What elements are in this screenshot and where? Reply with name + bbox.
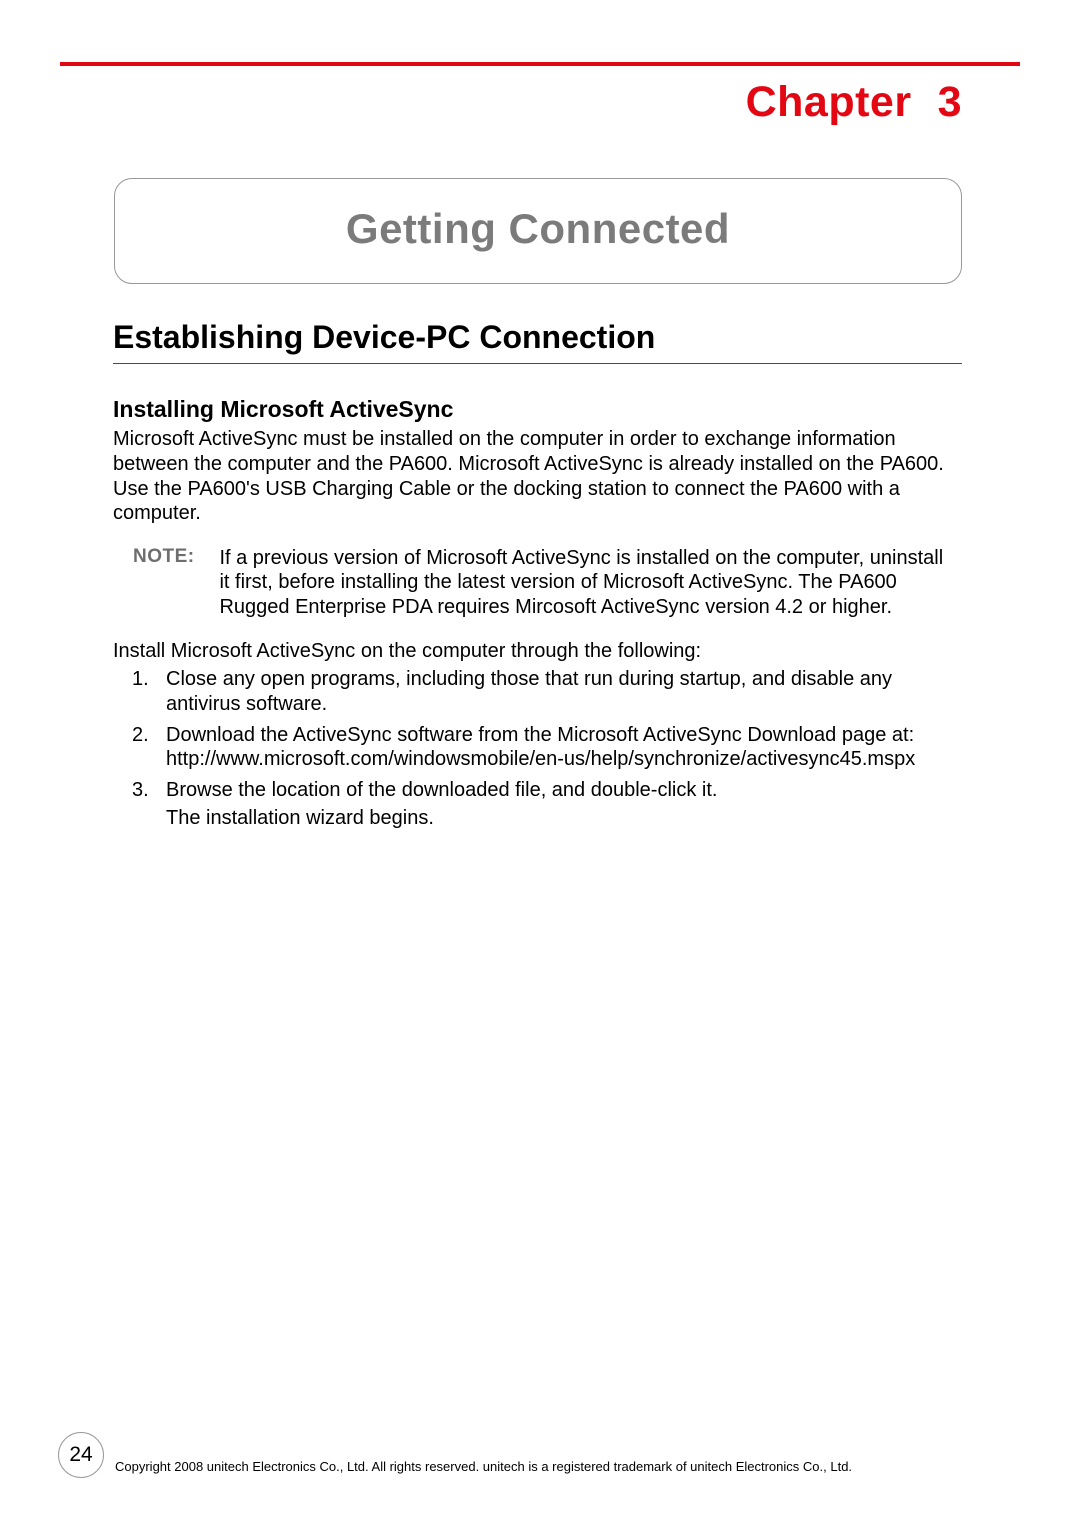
- install-intro: Install Microsoft ActiveSync on the comp…: [113, 640, 962, 663]
- chapter-title-box: Getting Connected: [114, 178, 962, 284]
- list-item: 2. Download the ActiveSync software from…: [132, 723, 962, 773]
- list-item: 3. Browse the location of the downloaded…: [132, 778, 962, 831]
- body-paragraph: Microsoft ActiveSync must be installed o…: [113, 427, 962, 526]
- list-number: 3.: [132, 778, 166, 831]
- page-number: 24: [69, 1443, 92, 1467]
- note-text: If a previous version of Microsoft Activ…: [219, 546, 956, 619]
- chapter-title: Getting Connected: [115, 205, 961, 253]
- note-block: NOTE: If a previous version of Microsoft…: [133, 546, 962, 619]
- section-heading: Establishing Device-PC Connection: [113, 319, 962, 364]
- list-item: 1. Close any open programs, including th…: [132, 667, 962, 717]
- list-body: Close any open programs, including those…: [166, 667, 962, 717]
- list-number: 2.: [132, 723, 166, 773]
- note-label: NOTE:: [133, 546, 215, 568]
- list-number: 1.: [132, 667, 166, 717]
- install-steps-list: 1. Close any open programs, including th…: [132, 667, 962, 837]
- list-body: Download the ActiveSync software from th…: [166, 723, 962, 773]
- page-number-badge: 24: [58, 1432, 104, 1478]
- header-divider: [60, 62, 1020, 66]
- list-text: Browse the location of the downloaded fi…: [166, 779, 717, 801]
- chapter-number: 3: [938, 78, 962, 126]
- list-subtext: The installation wizard begins.: [166, 806, 962, 831]
- chapter-heading: Chapter 3: [746, 78, 962, 127]
- subsection-heading: Installing Microsoft ActiveSync: [113, 396, 453, 423]
- chapter-label: Chapter: [746, 78, 912, 126]
- copyright-footer: Copyright 2008 unitech Electronics Co., …: [115, 1459, 1020, 1474]
- list-body: Browse the location of the downloaded fi…: [166, 778, 962, 831]
